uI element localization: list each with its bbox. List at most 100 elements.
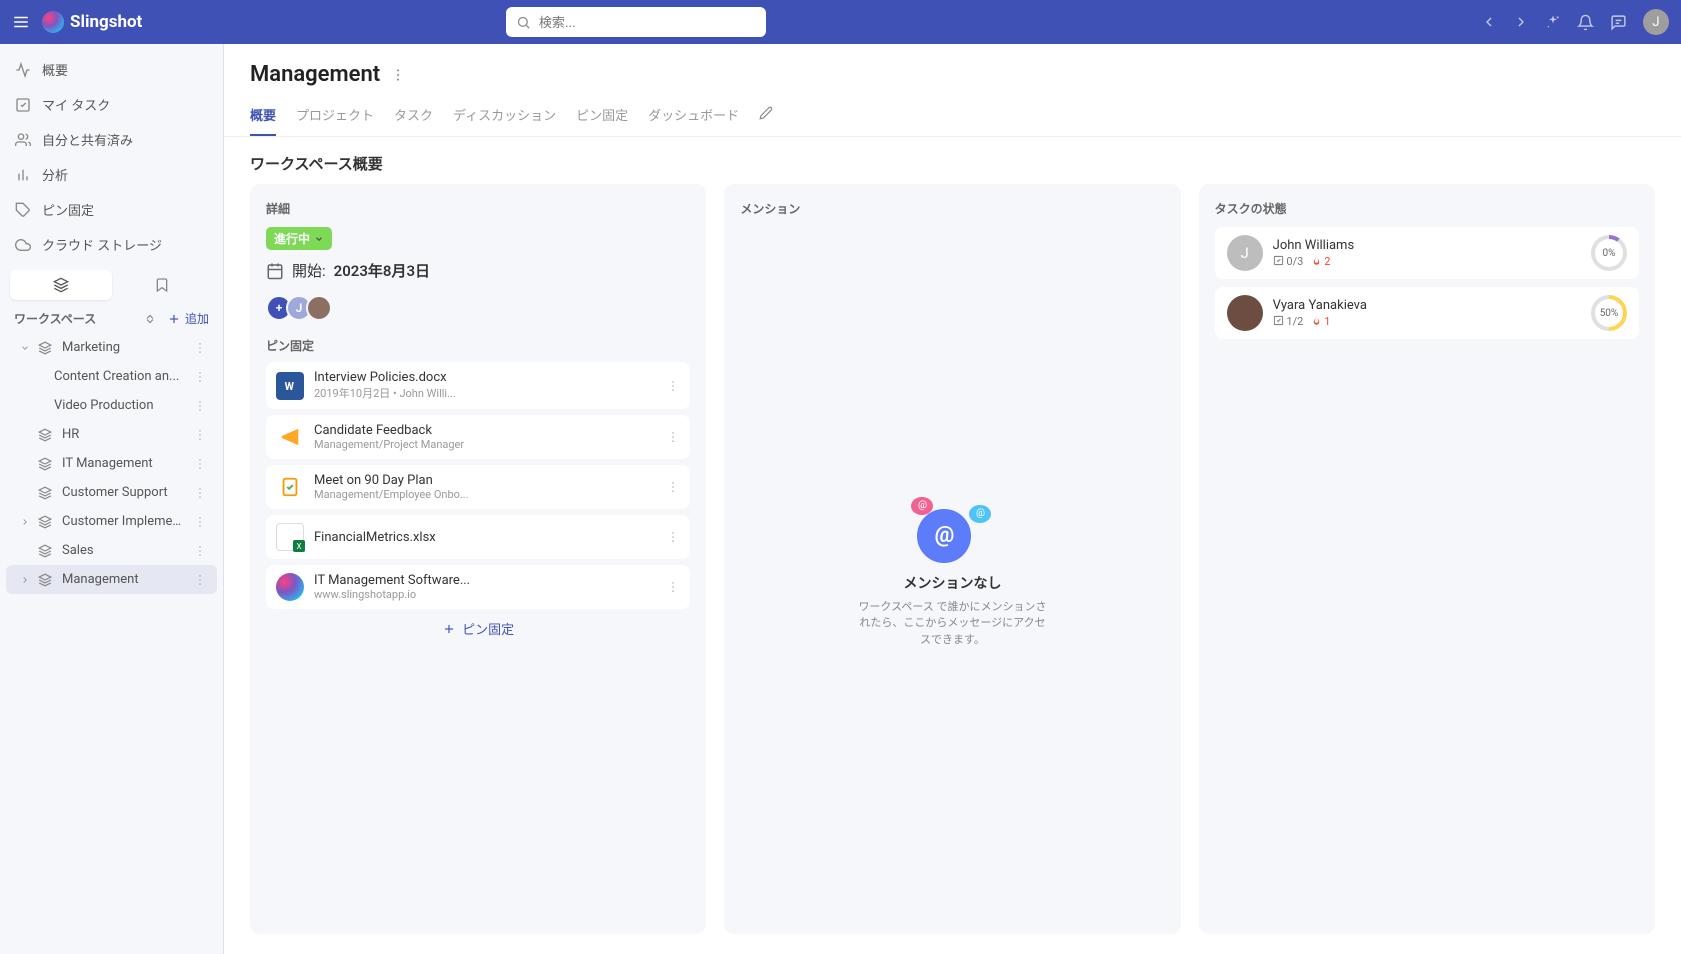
plus-icon xyxy=(442,622,456,636)
more-icon[interactable] xyxy=(666,580,680,594)
more-icon[interactable] xyxy=(193,457,207,471)
nav-cloud[interactable]: クラウド ストレージ xyxy=(0,227,223,262)
sidebar-item-workspace[interactable]: Marketing xyxy=(6,333,217,362)
caret-icon xyxy=(20,517,30,527)
caret-icon xyxy=(20,343,30,353)
pinned-item-name: Meet on 90 Day Plan xyxy=(314,473,656,488)
more-icon[interactable] xyxy=(666,480,680,494)
excel-file-icon xyxy=(276,523,304,551)
tab[interactable]: プロジェクト xyxy=(296,99,374,136)
layers-icon xyxy=(38,573,54,587)
tag-icon xyxy=(14,201,32,219)
sidebar-item-workspace[interactable]: Customer Support xyxy=(6,478,217,507)
more-icon[interactable] xyxy=(193,486,207,500)
user-status-row[interactable]: Vyara Yanakieva 1/2 1 50% xyxy=(1215,287,1639,339)
sidebar-item-workspace[interactable]: Sales xyxy=(6,536,217,565)
nav-shared[interactable]: 自分と共有済み xyxy=(0,122,223,157)
pinned-item[interactable]: FinancialMetrics.xlsx xyxy=(266,515,690,559)
search-input[interactable] xyxy=(539,15,756,30)
pinned-item[interactable]: Candidate FeedbackManagement/Project Man… xyxy=(266,415,690,459)
more-icon[interactable] xyxy=(193,399,207,413)
more-icon[interactable] xyxy=(193,544,207,558)
bookmark-icon xyxy=(154,277,170,293)
nav-analytics[interactable]: 分析 xyxy=(0,157,223,192)
progress-ring: 0% xyxy=(1591,235,1627,271)
sidebar-item-workspace[interactable]: HR xyxy=(6,420,217,449)
page-title: Management xyxy=(250,62,380,87)
start-date-row: 開始: 2023年8月3日 xyxy=(266,260,690,281)
status-chip[interactable]: 進行中 xyxy=(266,227,332,250)
cloud-icon xyxy=(14,236,32,254)
section-title: ワークスペース概要 xyxy=(224,137,1681,184)
pinned-item[interactable]: IT Management Software...www.slingshotap… xyxy=(266,565,690,609)
pinned-item-name: FinancialMetrics.xlsx xyxy=(314,530,656,545)
more-icon[interactable] xyxy=(193,573,207,587)
nav-mytasks[interactable]: マイ タスク xyxy=(0,87,223,122)
svg-text:W: W xyxy=(285,380,295,393)
add-workspace-button[interactable]: 追加 xyxy=(167,310,209,327)
megaphone-icon xyxy=(276,423,304,451)
workspace-label: Customer Support xyxy=(62,485,185,500)
tab[interactable]: ピン固定 xyxy=(576,99,628,136)
workspace-label: IT Management xyxy=(62,456,185,471)
page-more-icon[interactable] xyxy=(390,67,406,83)
hamburger-icon[interactable] xyxy=(12,13,30,31)
sidebar-item-workspace[interactable]: Customer Implementa... xyxy=(6,507,217,536)
nav-label: マイ タスク xyxy=(42,95,110,114)
card-title: 詳細 xyxy=(266,200,690,217)
sidebar-item-workspace-child[interactable]: Video Production xyxy=(6,391,217,420)
tab[interactable]: ディスカッション xyxy=(453,99,556,136)
layers-icon xyxy=(38,544,54,558)
brand-logo[interactable]: Slingshot xyxy=(42,11,142,33)
chat-icon[interactable] xyxy=(1610,14,1627,31)
layers-icon xyxy=(38,457,54,471)
task-status-card: タスクの状態 J John Williams 0/3 2 0% Vyara Ya… xyxy=(1199,184,1655,934)
sort-icon[interactable] xyxy=(143,312,157,326)
nav-label: 概要 xyxy=(42,60,68,79)
workspace-label: Video Production xyxy=(54,398,185,413)
user-name: Vyara Yanakieva xyxy=(1273,298,1581,313)
sidebar-item-workspace[interactable]: IT Management xyxy=(6,449,217,478)
edit-tabs-icon[interactable] xyxy=(759,106,773,130)
nav-forward-icon[interactable] xyxy=(1513,14,1529,30)
nav-overview[interactable]: 概要 xyxy=(0,52,223,87)
more-icon[interactable] xyxy=(193,428,207,442)
pinned-item-sub: Management/Employee Onbo... xyxy=(314,488,656,501)
sidebar-item-workspace-child[interactable]: Content Creation an... xyxy=(6,362,217,391)
search-box[interactable] xyxy=(506,7,766,37)
user-avatar[interactable]: J xyxy=(1643,9,1669,35)
workspace-label: Management xyxy=(62,572,185,587)
more-icon[interactable] xyxy=(666,379,680,393)
sparkle-icon[interactable] xyxy=(1545,14,1561,30)
user-stats: 1/2 1 xyxy=(1273,315,1581,328)
more-icon[interactable] xyxy=(193,370,207,384)
nav-pinned[interactable]: ピン固定 xyxy=(0,192,223,227)
more-icon[interactable] xyxy=(193,515,207,529)
view-bookmarks-tab[interactable] xyxy=(112,270,214,300)
users-icon xyxy=(14,131,32,149)
more-icon[interactable] xyxy=(666,430,680,444)
status-label: 進行中 xyxy=(274,230,310,247)
tab[interactable]: 概要 xyxy=(250,99,276,136)
detail-card: 詳細 進行中 開始: 2023年8月3日 + J ピン固定 WInterview… xyxy=(250,184,706,934)
nav-label: クラウド ストレージ xyxy=(42,235,162,254)
caret-icon xyxy=(20,575,30,585)
view-workspaces-tab[interactable] xyxy=(10,270,112,300)
nav-back-icon[interactable] xyxy=(1481,14,1497,30)
tab[interactable]: ダッシュボード xyxy=(648,99,739,136)
bar-chart-icon xyxy=(14,166,32,184)
pinned-item[interactable]: WInterview Policies.docx2019年10月2日 • Joh… xyxy=(266,362,690,409)
add-pin-button[interactable]: ピン固定 xyxy=(266,609,690,648)
more-icon[interactable] xyxy=(666,530,680,544)
avatar[interactable] xyxy=(306,295,332,321)
sidebar-item-workspace[interactable]: Management xyxy=(6,565,217,594)
more-icon[interactable] xyxy=(193,341,207,355)
pinned-list: WInterview Policies.docx2019年10月2日 • Joh… xyxy=(266,362,690,609)
member-avatars[interactable]: + J xyxy=(266,295,690,321)
bell-icon[interactable] xyxy=(1577,14,1594,31)
workspace-section-header: ワークスペース 追加 xyxy=(0,300,223,333)
user-status-row[interactable]: J John Williams 0/3 2 0% xyxy=(1215,227,1639,279)
fire-icon xyxy=(1311,256,1322,267)
pinned-item[interactable]: Meet on 90 Day PlanManagement/Employee O… xyxy=(266,465,690,509)
tab[interactable]: タスク xyxy=(394,99,433,136)
